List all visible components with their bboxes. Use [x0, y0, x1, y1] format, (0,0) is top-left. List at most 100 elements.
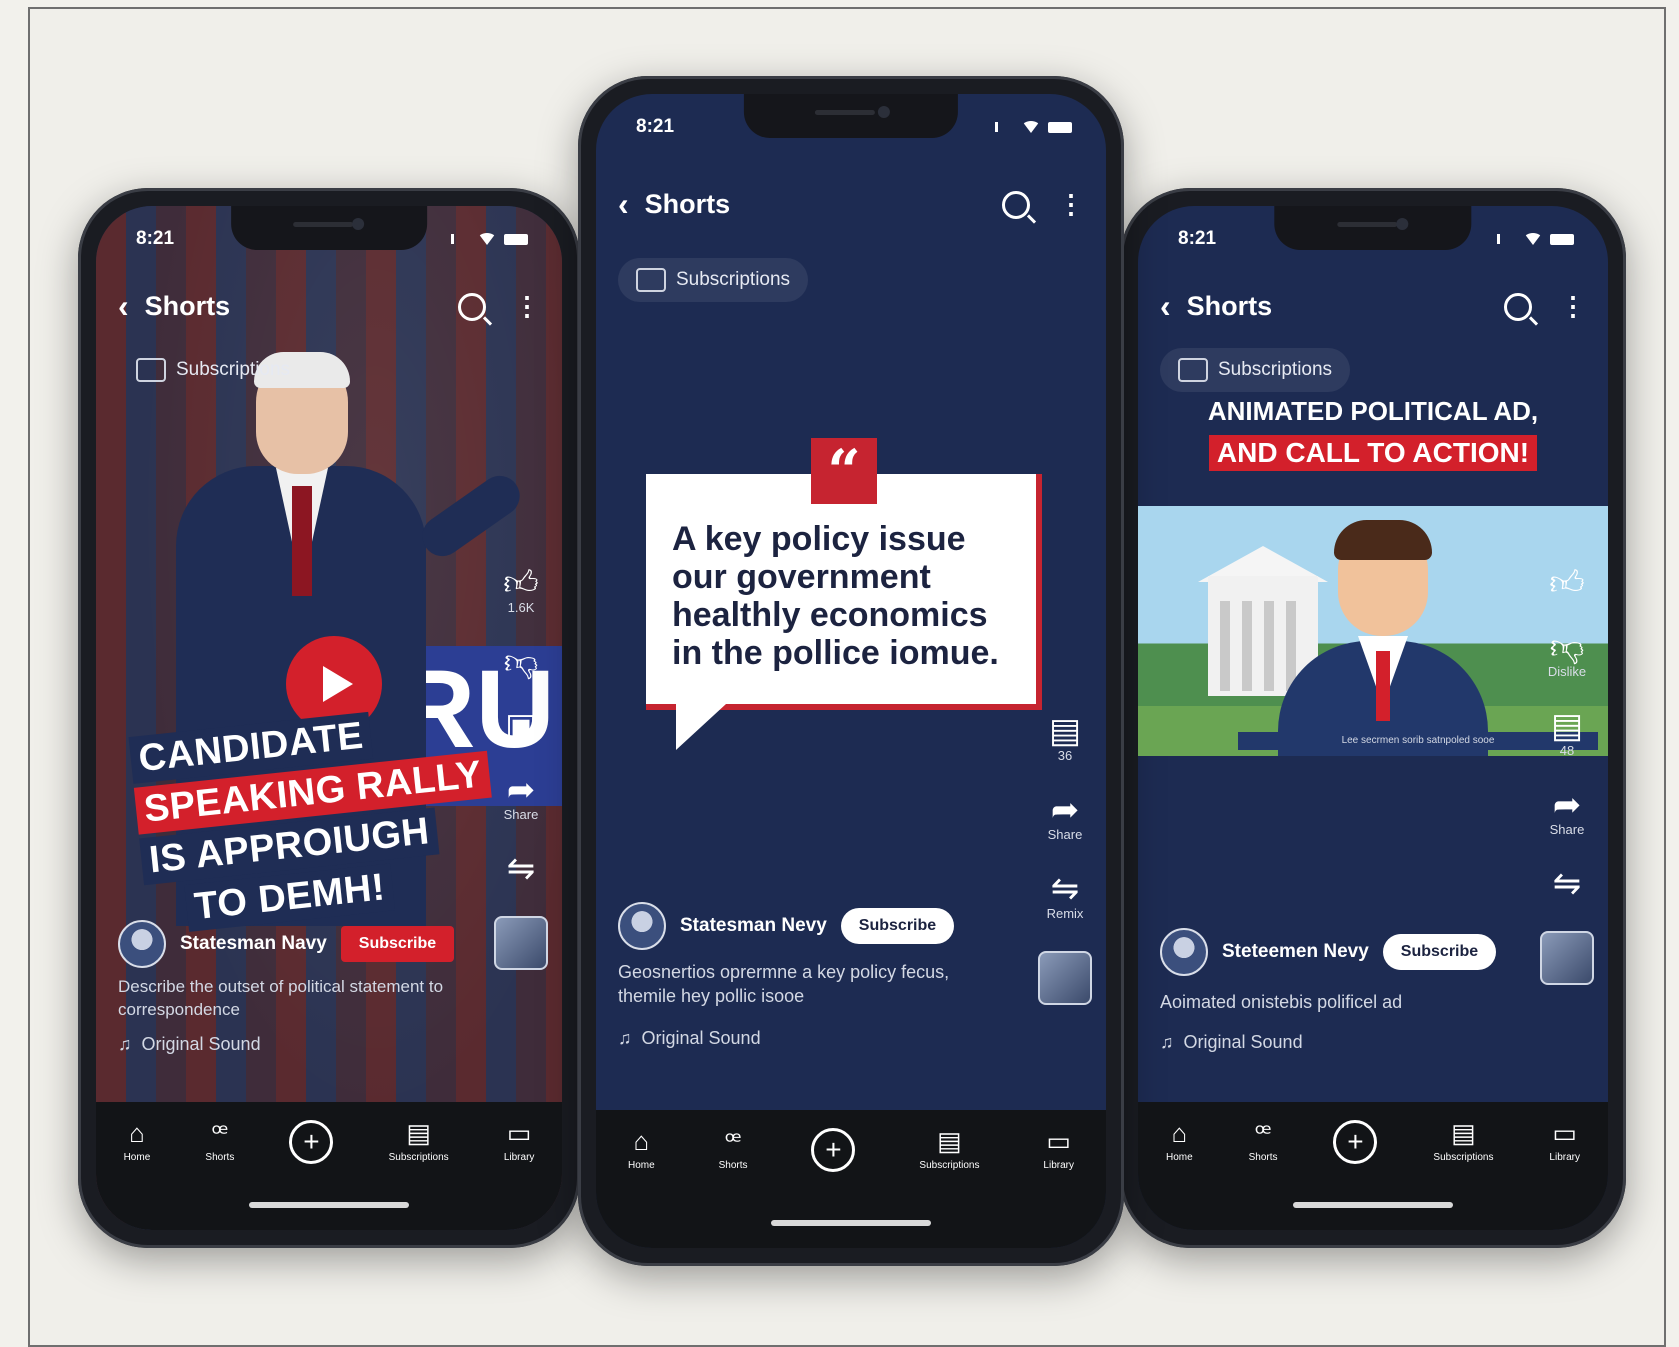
nav-label: Library [503, 1152, 535, 1163]
remix-icon: ⇋ [1050, 870, 1080, 908]
nav-library[interactable]: ▭ Library [504, 1120, 535, 1163]
more-icon[interactable]: ⋮ [514, 291, 540, 322]
headline-line-2: AND CALL TO ACTION! [1208, 435, 1538, 471]
wifi-icon [1022, 121, 1040, 133]
action-rail: 👍︎ 1.6K 👎︎ ▣ ➦ Share ⇋ [494, 566, 548, 970]
dislike-button[interactable]: 👎︎ Dislike [1548, 630, 1586, 679]
subscribe-button[interactable]: Subscribe [840, 908, 955, 944]
subscriptions-icon [136, 358, 166, 382]
share-label: Share [1549, 822, 1585, 837]
comment-button[interactable]: ▣ [505, 709, 537, 743]
search-icon[interactable] [1002, 190, 1030, 219]
remix-button[interactable]: ⇋ [507, 852, 536, 886]
top-bar: ‹ Shorts ⋮ [118, 288, 540, 325]
remix-icon: ⇋ [506, 850, 536, 888]
nav-create[interactable]: + [289, 1120, 334, 1164]
comment-button[interactable]: ▤ 36 [1049, 714, 1081, 763]
phone-screen: 8:21 ‹ Shorts ⋮ Subscriptions ANIMATED P… [1138, 206, 1608, 1230]
nav-home[interactable]: ⌂ Home [628, 1128, 655, 1171]
action-rail: ▤ 36 ➦ Share ⇋ Remix [1038, 714, 1092, 1005]
shorts-icon: ꟹ [724, 1126, 742, 1156]
remix-button[interactable]: ⇋ Remix [1047, 872, 1084, 921]
share-icon: ➦ [1552, 786, 1582, 824]
avatar[interactable] [618, 902, 666, 950]
library-icon: ▭ [1552, 1118, 1577, 1148]
home-indicator[interactable] [249, 1202, 409, 1208]
more-icon[interactable]: ⋮ [1560, 291, 1586, 322]
nav-subscriptions[interactable]: ▤ Subscriptions [1433, 1120, 1493, 1163]
subscriptions-pill[interactable]: Subscriptions [1160, 348, 1351, 392]
status-bar: 8:21 [636, 116, 1072, 138]
nav-label: Shorts [718, 1160, 748, 1171]
comment-icon: ▤ [1550, 707, 1584, 745]
video-description: Geosnertios oprermne a key policy fecus,… [618, 962, 950, 1007]
bottom-nav: ⌂ Home ꟹ Shorts + ▤ Subscriptions ▭ Library [96, 1102, 562, 1230]
dislike-icon: 👎︎ [503, 643, 539, 681]
back-icon[interactable]: ‹ [618, 186, 629, 223]
avatar[interactable] [1160, 928, 1208, 976]
remix-icon: ⇋ [1552, 865, 1582, 903]
sound-thumbnail[interactable] [494, 916, 548, 970]
subscriptions-icon: ▤ [1451, 1118, 1476, 1148]
share-button[interactable]: ➦ Share [1048, 793, 1083, 842]
headline-line-1: ANIMATED POLITICAL AD, [1207, 396, 1539, 426]
like-button[interactable]: 👍︎ [1549, 566, 1585, 600]
nav-create[interactable]: + [1333, 1120, 1378, 1164]
nav-home[interactable]: ⌂ Home [124, 1120, 151, 1163]
subscriptions-pill[interactable]: Subscriptions [618, 258, 809, 302]
home-indicator[interactable] [771, 1220, 931, 1226]
top-bar: ‹ Shorts ⋮ [618, 186, 1084, 223]
subscriptions-pill[interactable]: Subscriptions [118, 348, 308, 392]
sound-row[interactable]: ♫ Original Sound [618, 1028, 761, 1049]
nav-subscriptions[interactable]: ▤ Subscriptions [919, 1128, 979, 1171]
nav-shorts[interactable]: ꟹ Shorts [205, 1120, 234, 1163]
search-icon[interactable] [458, 292, 486, 321]
sound-row[interactable]: ♫ Original Sound [1160, 1032, 1303, 1053]
remix-label: Remix [1046, 906, 1084, 921]
subscriptions-label: Subscriptions [176, 359, 291, 380]
nav-create[interactable]: + [811, 1128, 856, 1172]
back-icon[interactable]: ‹ [118, 288, 129, 325]
nav-library[interactable]: ▭ Library [1043, 1128, 1074, 1171]
comment-button[interactable]: ▤ 48 [1551, 709, 1583, 758]
channel-name[interactable]: Statesman Nevy [680, 915, 827, 937]
comment-icon: ▣ [504, 707, 538, 745]
nav-shorts[interactable]: ꟹ Shorts [1249, 1120, 1278, 1163]
like-icon: 👍︎ [1549, 564, 1585, 602]
subscribe-button[interactable]: Subscribe [1382, 934, 1497, 970]
nav-subscriptions[interactable]: ▤ Subscriptions [389, 1120, 449, 1163]
sound-thumbnail[interactable] [1540, 931, 1594, 985]
sound-thumbnail[interactable] [1038, 951, 1092, 1005]
channel-name[interactable]: Steteemen Nevy [1222, 941, 1369, 963]
phone-center: 8:21 ‹ Shorts ⋮ Subscriptions “ A key po… [578, 76, 1124, 1266]
phone-screen: RU CANDIDATE SPEAKING RALLY IS APPROIUGH… [96, 206, 562, 1230]
nav-label: Subscriptions [919, 1160, 980, 1171]
back-icon[interactable]: ‹ [1160, 288, 1171, 325]
more-icon[interactable]: ⋮ [1058, 189, 1084, 220]
nav-home[interactable]: ⌂ Home [1166, 1120, 1193, 1163]
nav-label: Subscriptions [388, 1152, 449, 1163]
nav-library[interactable]: ▭ Library [1549, 1120, 1580, 1163]
shorts-icon: ꟹ [1254, 1118, 1272, 1148]
like-button[interactable]: 👍︎ 1.6K [503, 566, 539, 615]
library-icon: ▭ [506, 1118, 532, 1148]
like-count: 1.6K [507, 600, 535, 615]
channel-row: Statesman Navy Subscribe [118, 920, 455, 968]
share-button[interactable]: ➦ Share [1550, 788, 1585, 837]
home-indicator[interactable] [1293, 1202, 1453, 1208]
dislike-button[interactable]: 👎︎ [504, 645, 539, 679]
nav-shorts[interactable]: ꟹ Shorts [719, 1128, 748, 1171]
animated-ad-video[interactable]: Lee secrmen sorib satnpoled sooe [1138, 506, 1608, 756]
sound-label: Original Sound [1183, 1032, 1303, 1052]
remix-button[interactable]: ⇋ [1553, 867, 1582, 901]
avatar[interactable] [118, 920, 166, 968]
share-button[interactable]: ➦ Share [504, 773, 539, 822]
search-icon[interactable] [1504, 292, 1532, 321]
quote-card: “ A key policy issue our government heal… [646, 437, 1042, 750]
subscribe-button[interactable]: Subscribe [340, 926, 455, 962]
sound-row[interactable]: ♫ Original Sound [118, 1034, 261, 1055]
wifi-icon [478, 233, 496, 245]
nav-label: Shorts [1248, 1152, 1278, 1163]
channel-name[interactable]: Statesman Navy [180, 933, 327, 955]
sound-label: Original Sound [141, 1034, 261, 1054]
